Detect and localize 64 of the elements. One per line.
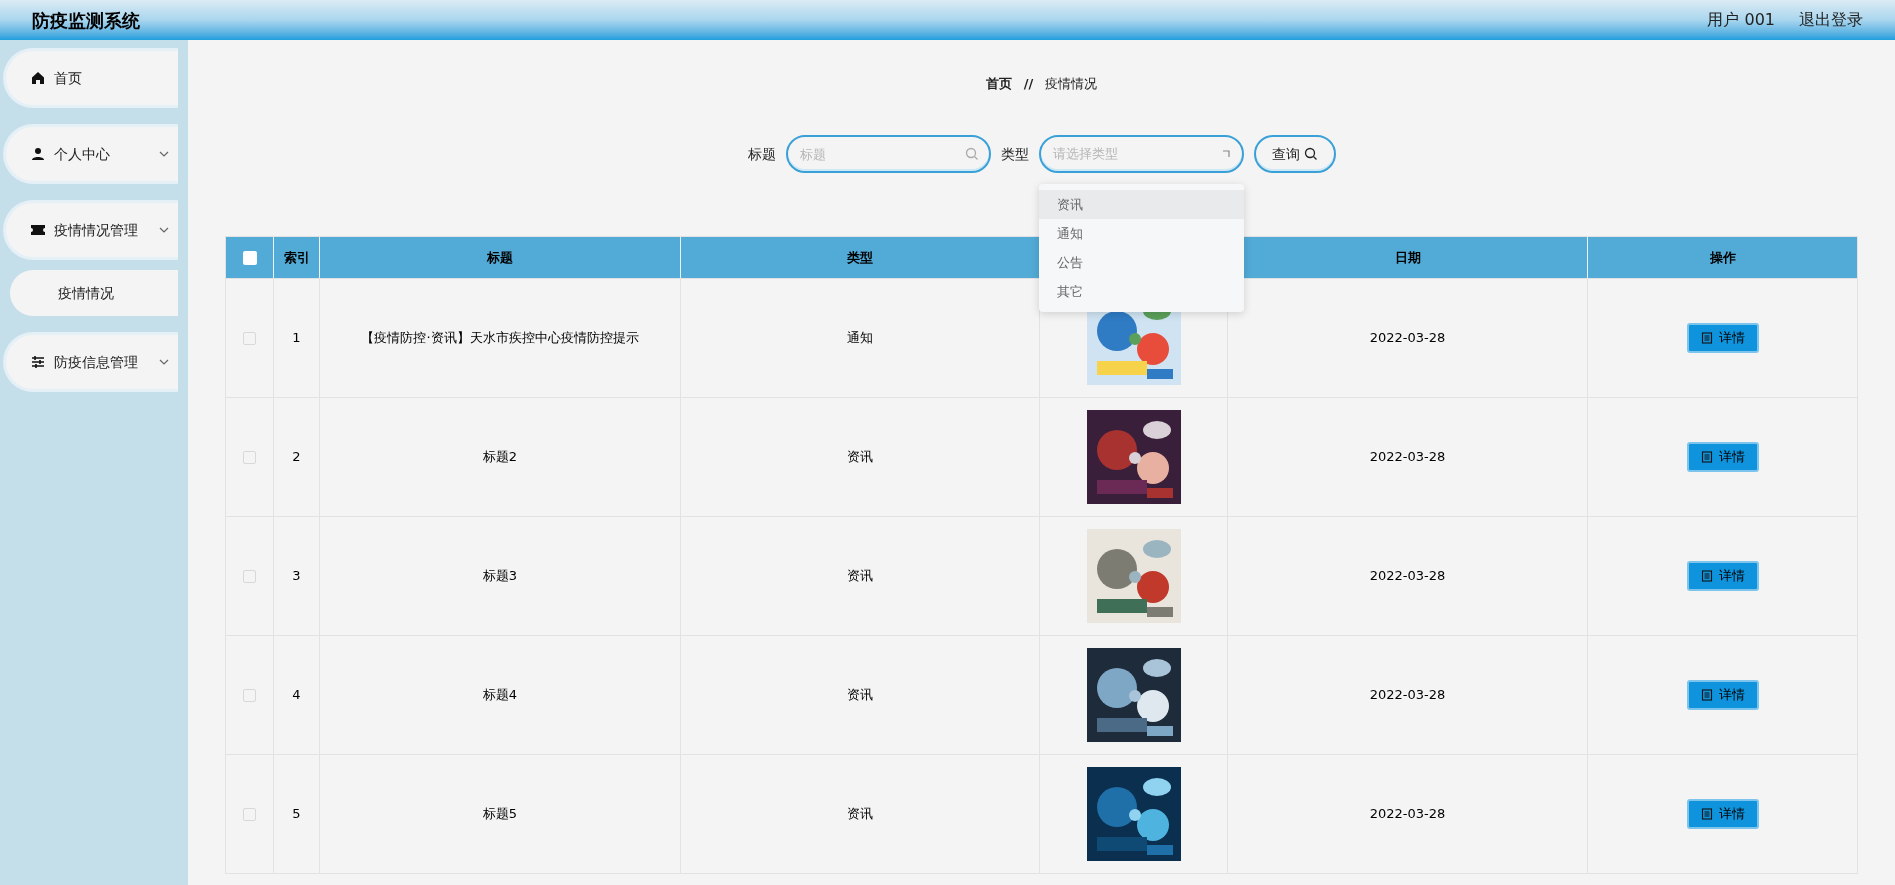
breadcrumb-item[interactable]: 首页 <box>985 74 1012 94</box>
row-checkbox[interactable] <box>243 807 256 821</box>
document-icon <box>1700 570 1713 582</box>
corner-caret-icon <box>1221 150 1230 158</box>
details-button[interactable]: 详情 <box>1686 442 1759 472</box>
row-checkbox[interactable] <box>243 450 256 464</box>
table-cell-text: 标题3 <box>482 567 518 586</box>
sliders-icon <box>30 354 46 370</box>
table-cell-text: 标题4 <box>482 686 518 705</box>
ticket-icon <box>30 222 46 238</box>
search-icon <box>1303 147 1318 161</box>
search-icon <box>964 147 979 161</box>
breadcrumb-separator: // <box>1023 75 1034 94</box>
row-checkbox[interactable] <box>243 569 256 583</box>
table-cell-text: 资讯 <box>847 448 873 467</box>
column-header: 标题 <box>320 237 681 278</box>
table-cell-text: 1 <box>292 329 301 348</box>
sidebar-item[interactable]: 首页 <box>3 48 178 108</box>
table-cell-text: 2022-03-28 <box>1369 448 1446 467</box>
logout-link[interactable]: 退出登录 <box>1799 8 1863 32</box>
column-header: 类型 <box>681 237 1040 278</box>
table-cell-text: 通知 <box>847 329 873 348</box>
document-icon <box>1700 451 1713 463</box>
home-icon <box>30 70 46 86</box>
table-cell-text: 2022-03-28 <box>1369 567 1446 586</box>
title-search-field[interactable]: 标题 <box>785 135 991 173</box>
user-name: 用户 001 <box>1707 9 1775 31</box>
dropdown-option[interactable]: 其它 <box>1038 277 1244 306</box>
row-checkbox[interactable] <box>243 688 256 702</box>
table-cell-text: 资讯 <box>847 686 873 705</box>
table-cell-text: 2022-03-28 <box>1369 805 1446 824</box>
table-cell-text: 2 <box>292 448 301 467</box>
table-cell-text: 4 <box>292 686 301 705</box>
table-cell-text: 【疫情防控·资讯】天水市疾控中心疫情防控提示 <box>361 329 639 348</box>
sidebar-subitem[interactable]: 疫情情况 <box>10 270 178 316</box>
details-button[interactable]: 详情 <box>1686 680 1759 710</box>
sidebar-item[interactable]: 疫情情况管理 <box>3 200 178 260</box>
details-button[interactable]: 详情 <box>1686 561 1759 591</box>
table-cell-text: 2022-03-28 <box>1369 329 1446 348</box>
app-title: 防疫监测系统 <box>32 8 140 33</box>
table-cell-text: 2022-03-28 <box>1369 686 1446 705</box>
table-cell-text: 标题2 <box>482 448 518 467</box>
details-button[interactable]: 详情 <box>1686 799 1759 829</box>
row-checkbox[interactable] <box>243 331 256 345</box>
column-header: 索引 <box>274 237 320 278</box>
table-cell-text: 资讯 <box>847 805 873 824</box>
document-icon <box>1700 689 1713 701</box>
type-label: 类型 <box>1000 144 1029 164</box>
dropdown-option[interactable]: 资讯 <box>1038 190 1244 219</box>
document-icon <box>1700 332 1713 344</box>
user-icon <box>30 146 46 162</box>
title-label: 标题 <box>747 144 776 164</box>
table-cell-text: 3 <box>292 567 301 586</box>
table-cell-text: 资讯 <box>847 567 873 586</box>
select-all-checkbox[interactable] <box>242 250 257 265</box>
sidebar-item[interactable]: 个人中心 <box>3 124 178 184</box>
sidebar-item[interactable]: 防疫信息管理 <box>3 332 178 392</box>
table-cell-text: 标题5 <box>482 805 518 824</box>
document-icon <box>1700 808 1713 820</box>
query-button[interactable]: 查询 <box>1253 135 1336 173</box>
column-header: 操作 <box>1708 248 1737 267</box>
details-button[interactable]: 详情 <box>1686 323 1759 353</box>
breadcrumb-item: 疫情情况 <box>1045 75 1098 94</box>
table-cell-text: 5 <box>292 805 301 824</box>
